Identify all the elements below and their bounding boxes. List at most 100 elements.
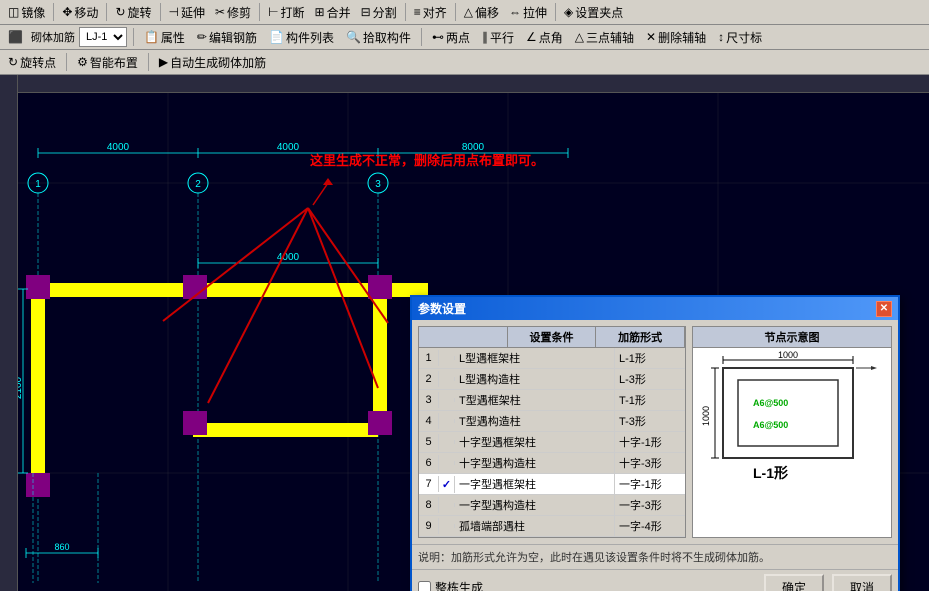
table-row[interactable]: 6 十字型遇构造柱 十字-3形: [419, 453, 685, 474]
table-row[interactable]: 3 T型遇框架柱 T-1形: [419, 390, 685, 411]
autogen-label: 自动生成砌体加筋: [170, 54, 266, 71]
table-row[interactable]: 2 L型遇构造柱 L-3形: [419, 369, 685, 390]
cancel-button[interactable]: 取消: [832, 574, 892, 591]
toolbar-top: ◫ 镜像 ✥ 移动 ↻ 旋转 ⊣ 延伸 ✂ 修剪 ⊢ 打断 ⊞ 合并 ⊟ 分割 …: [0, 0, 929, 25]
toolbar-parallel[interactable]: ∥ 平行: [478, 28, 518, 47]
td-num-4: 5: [419, 434, 439, 450]
break-icon: ⊢: [268, 5, 278, 19]
th-num: [419, 327, 508, 347]
smartlayout-label: 智能布置: [90, 54, 138, 71]
dialog-close-button[interactable]: ✕: [876, 301, 892, 317]
toolbar-threepoint[interactable]: △ 三点辅轴: [571, 28, 638, 47]
toolbar-offset[interactable]: △ 偏移: [460, 3, 503, 22]
twopoint-label: 两点: [446, 29, 470, 46]
svg-text:A6@500: A6@500: [753, 398, 788, 408]
autogen-icon: ▶: [159, 55, 168, 69]
align-icon: ≡: [414, 5, 421, 19]
edit-rebar-icon: ✏: [197, 30, 207, 44]
td-condition-4: 十字型遇框架柱: [455, 432, 615, 452]
svg-text:1000: 1000: [778, 350, 798, 360]
th-condition: 设置条件: [508, 327, 597, 347]
td-form-2: T-1形: [615, 390, 685, 410]
toolbar-property[interactable]: 📋 属性: [140, 28, 189, 47]
toolbar-pick-member[interactable]: 🔍 拾取构件: [342, 28, 415, 47]
th-form: 加筋形式: [596, 327, 685, 347]
toolbar-stretch[interactable]: ⇔ 拉伸: [505, 3, 551, 22]
move-icon: ✥: [62, 5, 72, 19]
toolbar-setpoint[interactable]: ◈ 设置夹点: [560, 3, 627, 22]
trim-icon: ✂: [215, 5, 225, 19]
dimension-label: 尺寸标: [726, 29, 762, 46]
svg-text:3: 3: [375, 179, 381, 190]
edit-rebar-label: 编辑钢筋: [209, 29, 257, 46]
divider1: [53, 3, 54, 21]
offset-icon: △: [464, 5, 473, 19]
td-condition-2: T型遇框架柱: [455, 390, 615, 410]
table-row[interactable]: 7 ✓ 一字型遇框架柱 一字-1形: [419, 474, 685, 495]
twopoint-icon: ⊷: [432, 30, 444, 44]
toolbar-edit-rebar[interactable]: ✏ 编辑钢筋: [193, 28, 261, 47]
divider4: [259, 3, 260, 21]
dialog-body: 设置条件 加筋形式 1 L型遇框架柱 L-1形 2 L型遇构造柱 L-3形 3 …: [412, 320, 898, 544]
toolbar-dimension[interactable]: ↕ 尺寸标: [714, 28, 766, 47]
td-num-6: 7: [419, 476, 439, 492]
parallel-label: 平行: [490, 29, 514, 46]
table-header: 设置条件 加筋形式: [418, 326, 686, 348]
td-condition-8: 孤墙端部遇柱: [455, 516, 615, 536]
split-label: 分割: [373, 4, 397, 21]
table-row[interactable]: 4 T型遇构造柱 T-3形: [419, 411, 685, 432]
toolbar-mirror[interactable]: ◫ 镜像: [4, 3, 49, 22]
annotation-text: 这里生成不正常，删除后用点布置即可。: [310, 150, 544, 169]
setpoint-label: 设置夹点: [575, 4, 623, 21]
toolbar-autogen[interactable]: ▶ 自动生成砌体加筋: [155, 53, 270, 72]
divider3: [160, 3, 161, 21]
smartlayout-icon: ⚙: [77, 55, 88, 69]
cad-canvas: 1 2 3 4000 4000 8000 4000: [0, 75, 929, 591]
type-select[interactable]: LJ-1: [79, 27, 127, 47]
table-row[interactable]: 9 孤墙端部遇柱 一字-4形: [419, 516, 685, 537]
threepoint-label: 三点辅轴: [586, 29, 634, 46]
td-form-7: 一字-3形: [615, 495, 685, 515]
toolbar-break[interactable]: ⊢ 打断: [264, 3, 308, 22]
table-row[interactable]: 8 一字型遇构造柱 一字-3形: [419, 495, 685, 516]
toolbar-align[interactable]: ≡ 对齐: [410, 3, 451, 22]
td-num-8: 9: [419, 518, 439, 534]
td-check-2: [439, 398, 455, 402]
svg-text:4000: 4000: [107, 142, 130, 153]
toolbar-pointangle[interactable]: ∠ 点角: [522, 28, 567, 47]
mirror-label: 镜像: [21, 4, 45, 21]
table-row[interactable]: 1 L型遇框架柱 L-1形: [419, 348, 685, 369]
checkbox-row: 整栋生成: [418, 579, 756, 591]
toolbar-merge[interactable]: ⊞ 合并: [311, 3, 355, 22]
td-form-4: 十字-1形: [615, 432, 685, 452]
divider5: [405, 3, 406, 21]
toolbar-move[interactable]: ✥ 移动: [58, 3, 102, 22]
wholefull-checkbox[interactable]: [418, 581, 431, 591]
table-row[interactable]: 5 十字型遇框架柱 十字-1形: [419, 432, 685, 453]
td-num-7: 8: [419, 497, 439, 513]
property-label: 属性: [161, 29, 185, 46]
dialog-title-bar[interactable]: 参数设置 ✕: [412, 297, 898, 320]
ruler-top: [0, 75, 929, 93]
toolbar-trim[interactable]: ✂ 修剪: [211, 3, 255, 22]
td-check-1: [439, 377, 455, 381]
td-check-5: [439, 461, 455, 465]
toolbar-extend[interactable]: ⊣ 延伸: [165, 3, 209, 22]
td-check-3: [439, 419, 455, 423]
td-check-4: [439, 440, 455, 444]
divider7: [555, 3, 556, 21]
toolbar-twopoint[interactable]: ⊷ 两点: [428, 28, 474, 47]
td-num-3: 4: [419, 413, 439, 429]
toolbar-del-aux[interactable]: ✕ 删除辅轴: [642, 28, 710, 47]
toolbar-smartlayout[interactable]: ⚙ 智能布置: [73, 53, 142, 72]
break-label: 打断: [281, 4, 305, 21]
wholefull-label: 整栋生成: [435, 579, 483, 591]
toolbar-rotate[interactable]: ↻ 旋转: [111, 3, 155, 22]
toolbar-member-list[interactable]: 📄 构件列表: [265, 28, 338, 47]
parallel-icon: ∥: [482, 30, 488, 44]
toolbar-rotatepoint[interactable]: ↻ 旋转点: [4, 53, 60, 72]
toolbar-split[interactable]: ⊟ 分割: [357, 3, 401, 22]
table-section: 设置条件 加筋形式 1 L型遇框架柱 L-1形 2 L型遇构造柱 L-3形 3 …: [418, 326, 686, 538]
td-num-1: 2: [419, 371, 439, 387]
ok-button[interactable]: 确定: [764, 574, 824, 591]
